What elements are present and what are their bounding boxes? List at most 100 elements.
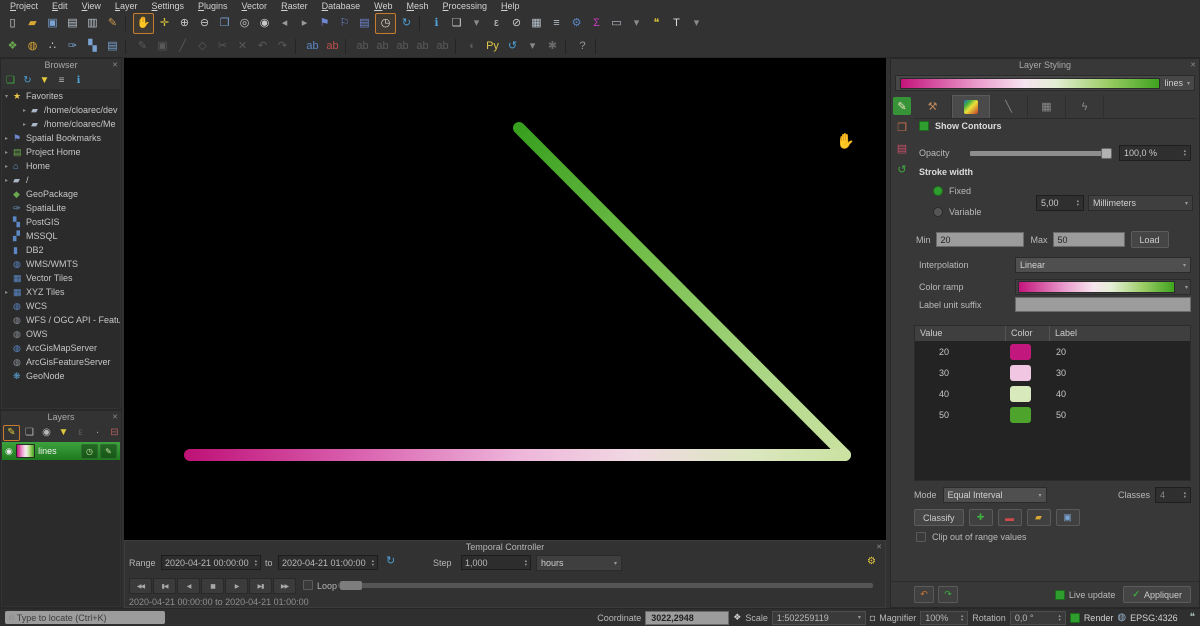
expander-icon[interactable]: ▸: [5, 177, 13, 184]
color-ramp-combo[interactable]: [1015, 279, 1191, 295]
undo-button[interactable]: ↶: [253, 37, 272, 56]
browser-item[interactable]: ▚ PostGIS: [2, 215, 120, 229]
menu-item[interactable]: Help: [494, 0, 527, 11]
filter-browser-button[interactable]: ▼: [37, 74, 52, 88]
layers-close-icon[interactable]: ✕: [112, 413, 118, 422]
browser-item[interactable]: ▞ MSSQL: [2, 229, 120, 243]
menu-item[interactable]: Raster: [274, 0, 315, 11]
browser-item[interactable]: ▸ ▰ /home/cloarec/Me: [2, 117, 120, 131]
label-highlight-button[interactable]: ab: [373, 37, 392, 56]
diagrams-tab[interactable]: ▤: [893, 139, 911, 157]
stroke-width-unit-combo[interactable]: Millimeters: [1088, 195, 1193, 211]
expander-icon[interactable]: ▸: [5, 149, 13, 156]
spin-arrows-icon[interactable]: ▴▾: [1181, 491, 1186, 499]
expander-icon[interactable]: ▾: [5, 93, 13, 100]
expander-icon[interactable]: ▸: [23, 121, 31, 128]
styling-close-icon[interactable]: ✕: [1190, 61, 1196, 70]
browser-item[interactable]: ◍ ArcGisFeatureServer: [2, 355, 120, 369]
expander-icon[interactable]: ▸: [5, 289, 13, 296]
label-unit-suffix-input[interactable]: [1015, 297, 1191, 312]
load-button[interactable]: Load: [1131, 231, 1169, 248]
set-range-from-project-icon[interactable]: ↻: [386, 554, 395, 567]
field-calculator-button[interactable]: ≡: [547, 14, 566, 33]
color-column-header[interactable]: Color: [1005, 326, 1049, 341]
pan-map-button[interactable]: ✋: [133, 13, 154, 34]
browser-item[interactable]: ✑ SpatiaLite: [2, 201, 120, 215]
spin-arrows-icon[interactable]: ▴▾: [1181, 149, 1186, 157]
mode-combo[interactable]: Equal Interval: [943, 487, 1047, 503]
play-button[interactable]: ▶: [225, 578, 248, 594]
rotation-spinbox[interactable]: 0,0 ° ▴▾: [1010, 611, 1066, 625]
menu-item[interactable]: Processing: [435, 0, 494, 11]
coordinate-input[interactable]: 3022,2948: [645, 611, 729, 625]
class-color-swatch[interactable]: [1010, 386, 1031, 402]
refresh-map-button[interactable]: ↻: [397, 14, 416, 33]
pan-to-selection-button[interactable]: ✛: [155, 14, 174, 33]
browser-item[interactable]: ◍ WMS/WMTS: [2, 257, 120, 271]
add-class-button[interactable]: ✚: [969, 509, 993, 526]
class-row[interactable]: 20 20: [915, 341, 1190, 362]
fast-backward-button[interactable]: ◀◀: [129, 578, 152, 594]
locator-input[interactable]: ◌ Type to locate (Ctrl+K): [5, 611, 165, 624]
collapse-all-button[interactable]: ≡: [54, 74, 69, 88]
fast-forward-button[interactable]: ▶▶: [273, 578, 296, 594]
extents-icon[interactable]: ❖: [733, 612, 741, 623]
show-layout-manager-button[interactable]: ▥: [83, 14, 102, 33]
tab-vectors[interactable]: ╲: [990, 95, 1028, 118]
new-print-layout-button[interactable]: ▤: [63, 14, 82, 33]
temporal-close-icon[interactable]: ✕: [876, 543, 882, 552]
range-start-input[interactable]: 2020-04-21 00:00:00 ▴▾: [161, 555, 261, 570]
fixed-radio[interactable]: [933, 186, 943, 196]
temporal-layer-badge[interactable]: ◷: [81, 444, 98, 459]
undo-style-button[interactable]: ↶: [914, 586, 934, 603]
expander-icon[interactable]: ▸: [23, 107, 31, 114]
zoom-last-button[interactable]: ◂: [275, 14, 294, 33]
label-change-button[interactable]: ab: [433, 37, 452, 56]
zoom-next-button[interactable]: ▸: [295, 14, 314, 33]
browser-item[interactable]: ❋ GeoNode: [2, 369, 120, 383]
classify-button[interactable]: Classify: [914, 509, 964, 526]
layer-row-lines[interactable]: ◉ lines ◷ ✎: [2, 442, 120, 460]
opacity-slider-handle[interactable]: [1101, 148, 1112, 159]
cut-features-button[interactable]: ✂: [213, 37, 232, 56]
redo-button[interactable]: ↷: [273, 37, 292, 56]
remove-class-button[interactable]: ▬: [998, 509, 1022, 526]
menu-item[interactable]: Web: [367, 0, 399, 11]
step-forward-button[interactable]: ▶▮: [249, 578, 272, 594]
menu-item[interactable]: Plugins: [191, 0, 235, 11]
step-back-button[interactable]: ◀: [177, 578, 200, 594]
save-project-button[interactable]: ▣: [43, 14, 62, 33]
3d-view-tab[interactable]: ❒: [893, 118, 911, 136]
identify-features-button[interactable]: ℹ: [427, 14, 446, 33]
class-row[interactable]: 50 50: [915, 404, 1190, 425]
classes-spinbox[interactable]: 4 ▴▾: [1155, 487, 1191, 503]
label-pin-button[interactable]: ab: [353, 37, 372, 56]
messages-icon[interactable]: ❝: [1190, 612, 1195, 623]
statistics-panel-button[interactable]: Σ: [587, 14, 606, 33]
expand-tree-button[interactable]: ∙: [90, 426, 105, 440]
range-end-input[interactable]: 2020-04-21 01:00:00 ▴▾: [278, 555, 378, 570]
variable-radio[interactable]: [933, 207, 943, 217]
label-move-button[interactable]: ab: [393, 37, 412, 56]
stroke-width-spinbox[interactable]: 5,00 ▴▾: [1036, 195, 1084, 211]
zoom-out-button[interactable]: ⊖: [195, 14, 214, 33]
menu-item[interactable]: Layer: [108, 0, 145, 11]
value-column-header[interactable]: Value: [915, 326, 1005, 341]
crs-value[interactable]: EPSG:4326: [1130, 613, 1178, 623]
layer-diagram-button[interactable]: ab: [323, 37, 342, 56]
spin-arrows-icon[interactable]: ▴▾: [252, 559, 257, 567]
label-column-header[interactable]: Label: [1049, 326, 1190, 341]
add-selected-layers-button[interactable]: ❏: [3, 74, 18, 88]
new-project-button[interactable]: ▯: [3, 14, 22, 33]
spin-arrows-icon[interactable]: ▴▾: [369, 559, 374, 567]
tab-general-settings[interactable]: ⚒: [914, 95, 952, 118]
add-postgis-layer-button[interactable]: ▚: [83, 37, 102, 56]
zoom-full-button[interactable]: ❐: [215, 14, 234, 33]
spin-arrows-icon[interactable]: ▴▾: [522, 559, 527, 567]
select-caret[interactable]: ▾: [467, 14, 486, 33]
browser-item[interactable]: ◍ WCS: [2, 299, 120, 313]
render-checkbox[interactable]: [1070, 613, 1080, 623]
measure-caret[interactable]: ▾: [627, 14, 646, 33]
add-spatialite-layer-button[interactable]: ✑: [63, 37, 82, 56]
layer-labeling-button[interactable]: ab: [303, 37, 322, 56]
